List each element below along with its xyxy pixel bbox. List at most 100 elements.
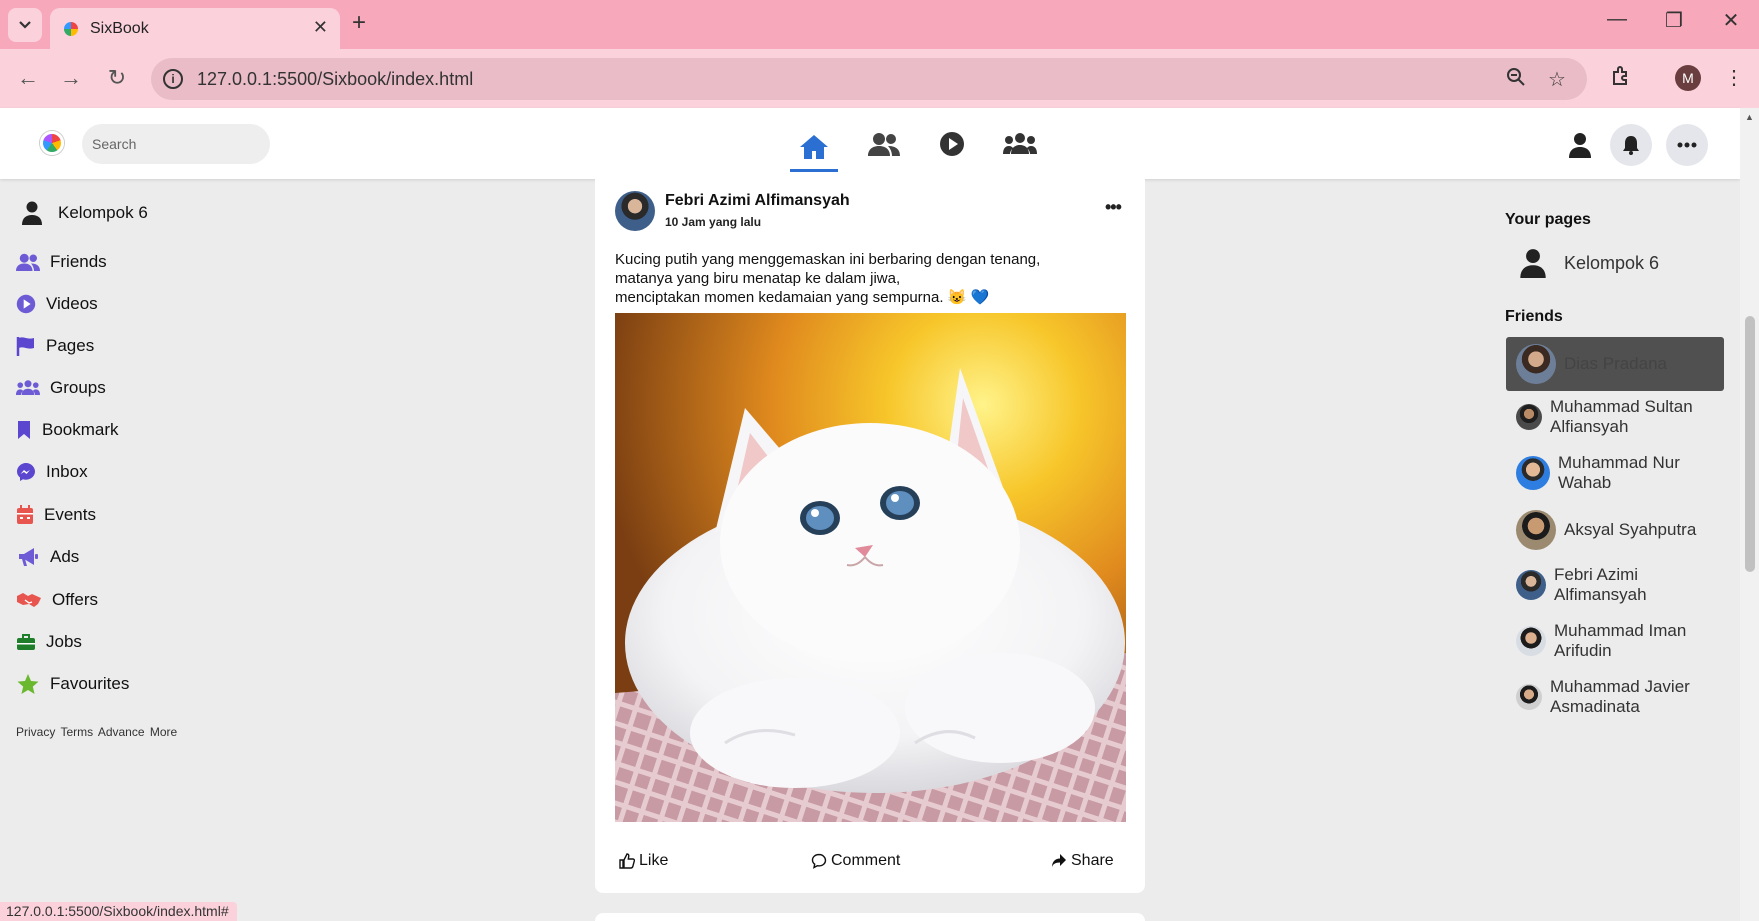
url-text[interactable]: 127.0.0.1:5500/Sixbook/index.html	[197, 69, 473, 90]
address-bar[interactable]: i 127.0.0.1:5500/Sixbook/index.html ☆	[151, 58, 1587, 100]
comment-label: Comment	[831, 852, 901, 869]
footer-link-advance[interactable]: Advance	[98, 725, 145, 739]
next-post-card	[595, 913, 1145, 921]
friend-item[interactable]: Muhammad Iman Arifudin	[1506, 621, 1724, 661]
reload-button[interactable]: ↻	[102, 65, 132, 91]
sixbook-logo[interactable]	[40, 131, 64, 155]
profile-avatar[interactable]: M	[1675, 65, 1701, 91]
sidebar-item-inbox[interactable]: Inbox	[16, 461, 88, 483]
minimize-button[interactable]: —	[1602, 8, 1632, 31]
footer-links: Privacy Terms Advance More	[16, 725, 177, 739]
sidebar-item-groups[interactable]: Groups	[16, 377, 106, 399]
briefcase-icon	[16, 631, 36, 653]
sidebar-profile[interactable]: Kelompok 6	[20, 201, 148, 225]
zoom-icon[interactable]	[1506, 67, 1526, 93]
page-scrollbar[interactable]: ▲	[1740, 108, 1759, 921]
extensions-icon[interactable]	[1610, 65, 1632, 93]
your-page-item[interactable]: Kelompok 6	[1520, 248, 1659, 278]
browser-tab-strip: SixBook ✕ + — ❐ ✕	[0, 0, 1759, 49]
calendar-icon	[16, 504, 34, 526]
sidebar-item-friends[interactable]: Friends	[16, 251, 107, 273]
friend-item[interactable]: Dias Pradana	[1506, 337, 1724, 391]
nav-watch[interactable]	[928, 124, 976, 164]
friend-item[interactable]: Febri Azimi Alfimansyah	[1506, 565, 1724, 605]
video-icon	[16, 293, 36, 315]
profile-button[interactable]	[1559, 124, 1601, 166]
footer-link-more[interactable]: More	[150, 725, 177, 739]
site-info-icon[interactable]: i	[163, 69, 183, 89]
friend-name: Febri Azimi Alfimansyah	[1554, 565, 1647, 604]
sidebar-item-pages[interactable]: Pages	[16, 335, 94, 357]
friend-item[interactable]: Muhammad Sultan Alfiansyah	[1506, 397, 1724, 437]
sidebar-item-offers[interactable]: Offers	[16, 589, 98, 611]
friends-icon	[868, 133, 900, 156]
friend-item[interactable]: Muhammad Nur Wahab	[1506, 453, 1724, 493]
browser-tab[interactable]: SixBook ✕	[50, 8, 340, 49]
notifications-button[interactable]	[1610, 124, 1652, 166]
back-button[interactable]: ←	[13, 65, 43, 91]
friends-heading: Friends	[1505, 308, 1563, 325]
like-button[interactable]: Like	[619, 852, 668, 870]
browser-toolbar: ← → ↻ i 127.0.0.1:5500/Sixbook/index.htm…	[0, 49, 1759, 108]
post-text-line: menciptakan momen kedamaian yang sempurn…	[615, 289, 990, 306]
post-image-white-cat[interactable]	[615, 313, 1126, 822]
sidebar-item-label: Offers	[52, 590, 98, 609]
friend-avatar	[1516, 344, 1556, 384]
restore-button[interactable]: ❐	[1659, 8, 1689, 33]
friend-name: Dias Pradana	[1564, 354, 1668, 373]
scroll-up-icon[interactable]: ▲	[1745, 112, 1754, 122]
sidebar-item-jobs[interactable]: Jobs	[16, 631, 82, 653]
post-text: Kucing putih yang menggemaskan ini berba…	[615, 250, 1095, 307]
friend-avatar	[1516, 404, 1542, 430]
forward-button[interactable]: →	[56, 65, 86, 91]
share-label: Share	[1071, 852, 1114, 869]
friend-name: Muhammad Sultan Alfiansyah	[1550, 397, 1693, 436]
friend-name: Muhammad Javier Asmadinata	[1550, 677, 1690, 716]
sidebar-item-favourites[interactable]: Favourites	[16, 673, 129, 695]
search-input[interactable]	[82, 124, 270, 164]
sidebar-item-videos[interactable]: Videos	[16, 293, 98, 315]
comment-icon	[811, 853, 827, 869]
sidebar-profile-name: Kelompok 6	[58, 203, 148, 222]
sidebar-item-label: Favourites	[50, 674, 130, 693]
share-button[interactable]: Share	[1051, 852, 1114, 870]
friend-item[interactable]: Aksyal Syahputra	[1506, 510, 1724, 550]
post-options-icon[interactable]: •••	[1105, 197, 1122, 218]
star-icon	[16, 673, 40, 695]
post-author-avatar[interactable]	[615, 191, 655, 231]
scrollbar-thumb[interactable]	[1745, 316, 1755, 572]
tab-close-icon[interactable]: ✕	[313, 17, 328, 38]
post-card: Febri Azimi Alfimansyah 10 Jam yang lalu…	[595, 179, 1145, 893]
window-close-button[interactable]: ✕	[1716, 8, 1746, 33]
user-icon	[1520, 249, 1546, 278]
nav-home[interactable]	[790, 124, 838, 172]
sidebar-item-events[interactable]: Events	[16, 504, 96, 526]
your-pages-heading: Your pages	[1505, 211, 1591, 228]
post-author-name[interactable]: Febri Azimi Alfimansyah	[665, 192, 850, 210]
post-text-line: Kucing putih yang menggemaskan ini berba…	[615, 251, 1041, 268]
friend-item[interactable]: Muhammad Javier Asmadinata	[1506, 677, 1724, 717]
footer-link-privacy[interactable]: Privacy	[16, 725, 55, 739]
site-header	[0, 108, 1740, 179]
your-page-name: Kelompok 6	[1564, 252, 1660, 273]
more-icon	[1677, 142, 1697, 148]
browser-menu-icon[interactable]: ⋮	[1724, 65, 1744, 90]
post-text-line: matanya yang biru menatap ke dalam jiwa,	[615, 270, 901, 287]
sidebar-item-ads[interactable]: Ads	[16, 546, 79, 568]
sidebar-item-bookmark[interactable]: Bookmark	[16, 419, 119, 441]
nav-groups[interactable]	[996, 124, 1044, 164]
tab-search-button[interactable]	[8, 8, 42, 42]
footer-link-terms[interactable]: Terms	[60, 725, 93, 739]
megaphone-icon	[16, 546, 40, 568]
nav-friends[interactable]	[860, 124, 908, 164]
more-button[interactable]	[1666, 124, 1708, 166]
sidebar-item-label: Pages	[46, 336, 95, 355]
comment-button[interactable]: Comment	[811, 852, 900, 870]
new-tab-button[interactable]: +	[352, 9, 366, 37]
bookmark-star-icon[interactable]: ☆	[1548, 67, 1566, 92]
sidebar-item-label: Inbox	[46, 462, 88, 481]
friend-name: Muhammad Nur Wahab	[1558, 453, 1680, 492]
friend-avatar	[1516, 684, 1542, 710]
home-icon	[800, 134, 828, 159]
handshake-icon	[16, 589, 42, 611]
